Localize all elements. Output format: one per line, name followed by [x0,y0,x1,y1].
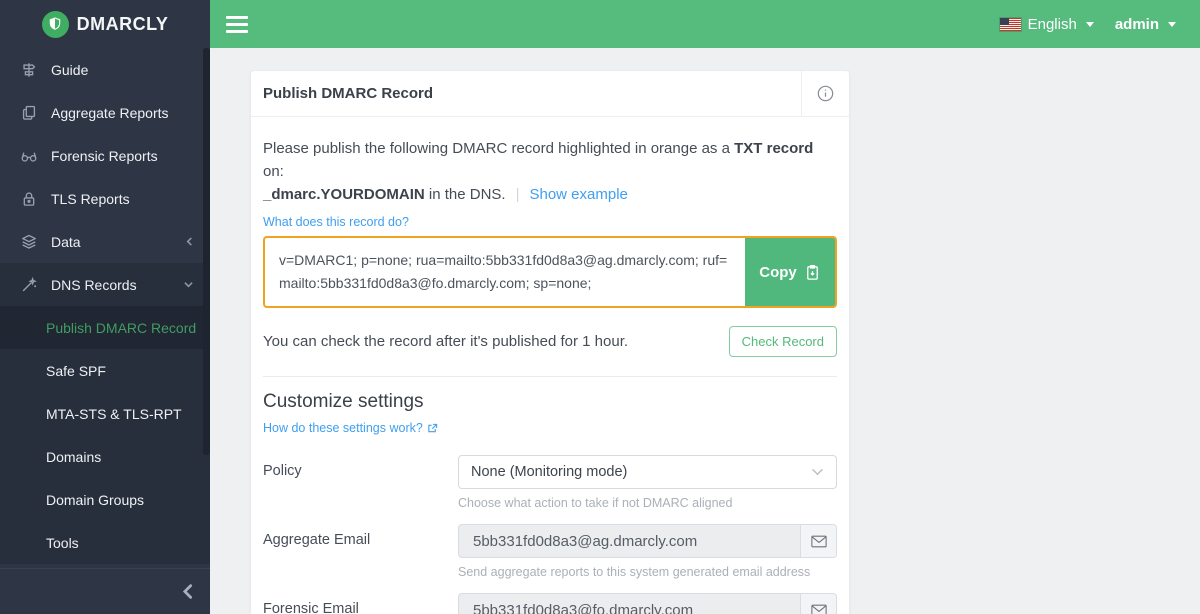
envelope-icon [800,525,836,557]
policy-label: Policy [263,455,458,510]
sidebar-subitem-tools[interactable]: Tools [0,521,210,564]
policy-row: Policy None (Monitoring mode) Choose wha… [263,455,837,510]
sidebar-subitem-domains[interactable]: Domains [0,435,210,478]
sidebar-item-label: TLS Reports [51,191,130,207]
us-flag-icon [1000,18,1021,31]
sidebar-item-label: Forensic Reports [51,148,158,164]
settings-form: Policy None (Monitoring mode) Choose wha… [263,455,837,614]
sidebar-item-data[interactable]: Data [0,220,210,263]
dmarc-record-box: v=DMARC1; p=none; rua=mailto:5bb331fd0d8… [263,236,837,308]
wand-icon [20,276,38,294]
card-header: Publish DMARC Record [251,71,849,117]
sidebar-scrollbar[interactable] [203,48,210,455]
policy-select-value: None (Monitoring mode) [471,464,627,480]
txt-record-bold: TXT record [734,140,813,157]
forensic-email-label: Forensic Email [263,593,458,614]
sidebar-footer [0,568,210,614]
intro-part3: in the DNS. [425,186,506,203]
aggregate-email-helper-text: Send aggregate reports to this system ge… [458,565,837,579]
dns-records-group: DNS Records Publish DMARC Record Safe SP… [0,263,210,564]
language-caret-icon [1086,22,1094,27]
sidebar-item-label: Aggregate Reports [51,105,169,121]
settings-help-link-label: How do these settings work? [263,421,423,435]
clipboard-copy-icon [804,264,821,281]
policy-select[interactable]: None (Monitoring mode) [458,455,837,489]
sidebar-item-tls-reports[interactable]: TLS Reports [0,177,210,220]
language-selector[interactable]: English [1028,16,1077,33]
sidebar-subitem-domain-groups[interactable]: Domain Groups [0,478,210,521]
page-title: Publish DMARC Record [251,71,801,116]
sidebar-subitem-label: MTA-STS & TLS-RPT [46,406,182,422]
lock-icon [20,190,38,208]
sidebar-item-forensic-reports[interactable]: Forensic Reports [0,134,210,177]
sidebar-subitem-label: Safe SPF [46,363,106,379]
sidebar-subitem-label: Domain Groups [46,492,144,508]
forensic-email-row: Forensic Email 5bb331fd0d8a3@fo.dmarcly.… [263,593,837,614]
sidebar-subitem-mta-sts-tls-rpt[interactable]: MTA-STS & TLS-RPT [0,392,210,435]
intro-part2: on: [263,163,284,180]
sidebar-nav: Guide Aggregate Reports Forensic Reports [0,48,210,564]
sidebar-item-aggregate-reports[interactable]: Aggregate Reports [0,91,210,134]
check-record-text: You can check the record after it's publ… [263,333,628,350]
user-menu[interactable]: admin [1115,16,1159,33]
envelope-icon [800,594,836,614]
check-record-row: You can check the record after it's publ… [263,326,837,357]
record-help-link[interactable]: What does this record do? [263,215,409,229]
check-record-button[interactable]: Check Record [729,326,837,357]
info-circle-icon[interactable] [801,71,849,116]
signpost-icon [20,61,38,79]
user-caret-icon [1168,22,1176,27]
aggregate-email-row: Aggregate Email 5bb331fd0d8a3@ag.dmarcly… [263,524,837,579]
separator-bar: | [516,186,520,203]
sidebar-subitem-publish-dmarc-record[interactable]: Publish DMARC Record [0,306,210,349]
hamburger-icon[interactable] [226,16,248,33]
main-content: Publish DMARC Record Please publish the … [210,48,1200,614]
shield-icon [42,11,69,38]
settings-help-link[interactable]: How do these settings work? [263,421,438,435]
copy-button[interactable]: Copy [745,238,835,306]
external-link-icon [427,423,438,434]
sidebar-item-label: DNS Records [51,277,137,293]
copy-button-label: Copy [759,264,797,281]
sidebar-subitem-label: Domains [46,449,101,465]
topbar-right: English admin [1000,16,1176,33]
sidebar-item-label: Guide [51,62,88,78]
dmarc-host-bold: _dmarc.YOURDOMAIN [263,186,425,203]
sidebar: DMARCLY Guide Aggregate Reports [0,0,210,614]
aggregate-email-field[interactable]: 5bb331fd0d8a3@ag.dmarcly.com [458,524,837,558]
policy-helper-text: Choose what action to take if not DMARC … [458,496,837,510]
sidebar-subitem-label: Tools [46,535,79,551]
chevron-down-icon [183,280,194,289]
select-chevron-down-icon [811,468,824,476]
layers-icon [20,233,38,251]
show-example-link[interactable]: Show example [529,186,627,203]
collapse-sidebar-icon[interactable] [181,583,194,600]
aggregate-email-label: Aggregate Email [263,524,458,579]
sidebar-item-guide[interactable]: Guide [0,48,210,91]
section-divider [263,376,837,377]
aggregate-email-value: 5bb331fd0d8a3@ag.dmarcly.com [459,525,800,557]
customize-settings-heading: Customize settings [263,391,837,413]
chevron-left-icon [185,236,194,247]
brand-name: DMARCLY [77,14,169,35]
sidebar-item-dns-records[interactable]: DNS Records [0,263,210,306]
publish-dmarc-card: Publish DMARC Record Please publish the … [250,70,850,614]
brand-logo[interactable]: DMARCLY [0,0,210,48]
intro-part1: Please publish the following DMARC recor… [263,140,734,157]
glasses-icon [20,147,38,165]
intro-text: Please publish the following DMARC recor… [263,137,837,206]
sidebar-subitem-label: Publish DMARC Record [46,320,196,336]
dmarc-record-textarea[interactable]: v=DMARC1; p=none; rua=mailto:5bb331fd0d8… [265,238,745,306]
sidebar-item-label: Data [51,234,81,250]
forensic-email-value: 5bb331fd0d8a3@fo.dmarcly.com [459,594,800,614]
forensic-email-field[interactable]: 5bb331fd0d8a3@fo.dmarcly.com [458,593,837,614]
pages-icon [20,104,38,122]
card-body: Please publish the following DMARC recor… [251,117,849,614]
sidebar-subitem-safe-spf[interactable]: Safe SPF [0,349,210,392]
topbar: English admin [210,0,1200,48]
